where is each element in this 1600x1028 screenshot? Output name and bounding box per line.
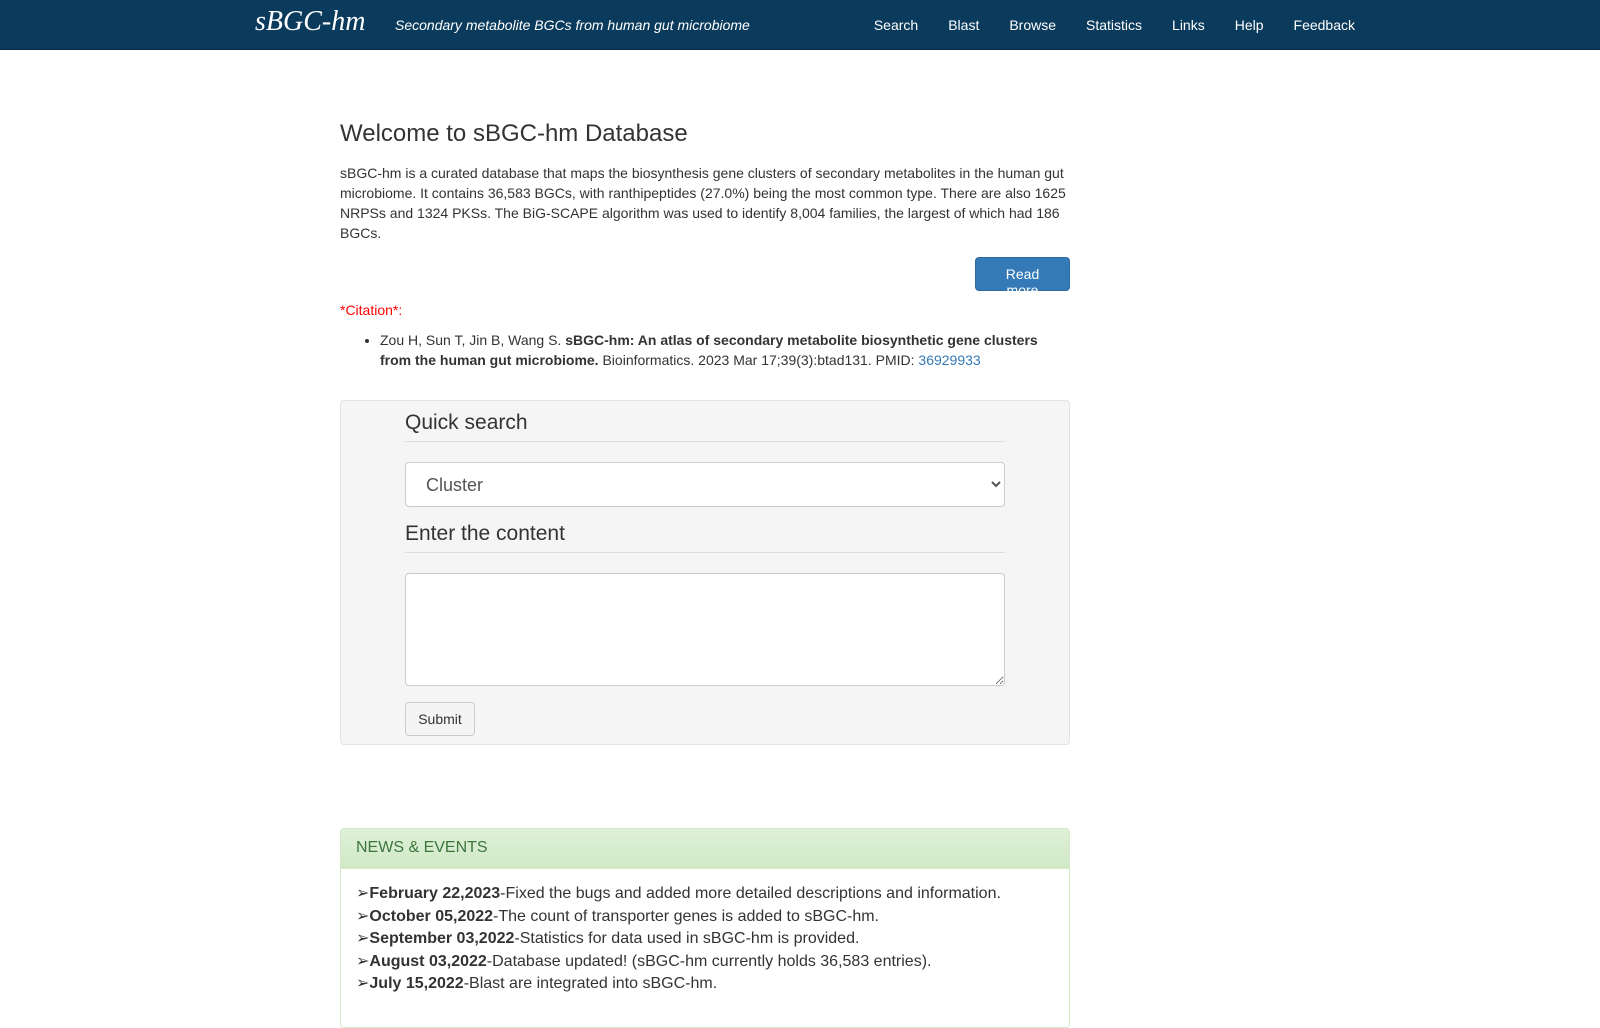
read-more-button[interactable]: Read more — [975, 257, 1070, 298]
citation-label: *Citation*: — [340, 302, 403, 318]
nav-browse-link[interactable]: Browse — [1009, 17, 1056, 33]
intro-paragraph: sBGC-hm is a curated database that maps … — [340, 164, 1066, 241]
citation-entry: Zou H, Sun T, Jin B, Wang S. sBGC-hm: An… — [380, 330, 1070, 370]
submit-button[interactable]: Submit — [405, 702, 475, 736]
news-date: October 05,2022 — [369, 907, 494, 925]
nav-feedback-link[interactable]: Feedback — [1294, 17, 1355, 33]
citation-list: Zou H, Sun T, Jin B, Wang S. sBGC-hm: An… — [340, 330, 1070, 370]
news-text: -Blast are integrated into sBGC-hm. — [463, 975, 718, 992]
news-text: -Statistics for data used in sBGC-hm is … — [514, 930, 860, 947]
citation-pmid-link[interactable]: 36929933 — [918, 352, 980, 368]
news-bullet: ➢ — [356, 907, 370, 925]
search-type-select[interactable]: Cluster — [405, 462, 1005, 507]
search-content-textarea[interactable] — [405, 573, 1005, 686]
quick-search-heading: Quick search — [405, 411, 1005, 442]
news-date: September 03,2022 — [369, 930, 515, 947]
news-text: -Database updated! (sBGC-hm currently ho… — [486, 952, 932, 970]
top-navbar: sBGC-hm Secondary metabolite BGCs from h… — [0, 0, 1600, 50]
news-text: -Fixed the bugs and added more detailed … — [500, 885, 1001, 902]
news-date: February 22,2023 — [369, 885, 501, 902]
news-item: ➢September 03,2022-Statistics for data u… — [356, 928, 1054, 951]
citation-journal: Bioinformatics. 2023 Mar 17;39(3):btad13… — [598, 352, 919, 368]
nav-help-link[interactable]: Help — [1235, 17, 1264, 33]
main-content: Welcome to sBGC-hm Database sBGC-hm is a… — [340, 120, 1070, 1028]
news-bullet: ➢ — [356, 952, 370, 970]
news-panel: NEWS & EVENTS ➢February 22,2023-Fixed th… — [340, 828, 1070, 1028]
news-item: ➢July 15,2022-Blast are integrated into … — [356, 973, 1054, 996]
news-heading: NEWS & EVENTS — [341, 829, 1069, 869]
news-bullet: ➢ — [356, 885, 370, 902]
news-item: ➢August 03,2022-Database updated! (sBGC-… — [356, 951, 1054, 974]
citation-authors: Zou H, Sun T, Jin B, Wang S. — [380, 332, 566, 348]
enter-content-heading: Enter the content — [405, 522, 1005, 553]
news-bullet: ➢ — [356, 975, 370, 992]
news-date: July 15,2022 — [369, 975, 464, 992]
page-title: Welcome to sBGC-hm Database — [340, 120, 688, 147]
site-tagline: Secondary metabolite BGCs from human gut… — [395, 17, 750, 33]
news-list: ➢February 22,2023-Fixed the bugs and add… — [341, 869, 1069, 1010]
nav-blast-link[interactable]: Blast — [948, 17, 979, 33]
news-date: August 03,2022 — [369, 952, 487, 970]
news-text: -The count of transporter genes is added… — [493, 907, 879, 925]
news-bullet: ➢ — [356, 930, 370, 947]
nav-links-link[interactable]: Links — [1172, 17, 1205, 33]
news-item: ➢October 05,2022-The count of transporte… — [356, 906, 1054, 929]
quick-search-panel: Quick search Cluster Enter the content S… — [340, 400, 1070, 745]
nav-statistics-link[interactable]: Statistics — [1086, 17, 1142, 33]
site-brand[interactable]: sBGC-hm — [255, 6, 365, 38]
nav-links: Search Blast Browse Statistics Links Hel… — [844, 0, 1355, 50]
nav-search-link[interactable]: Search — [874, 17, 918, 33]
news-item: ➢February 22,2023-Fixed the bugs and add… — [356, 883, 1054, 906]
